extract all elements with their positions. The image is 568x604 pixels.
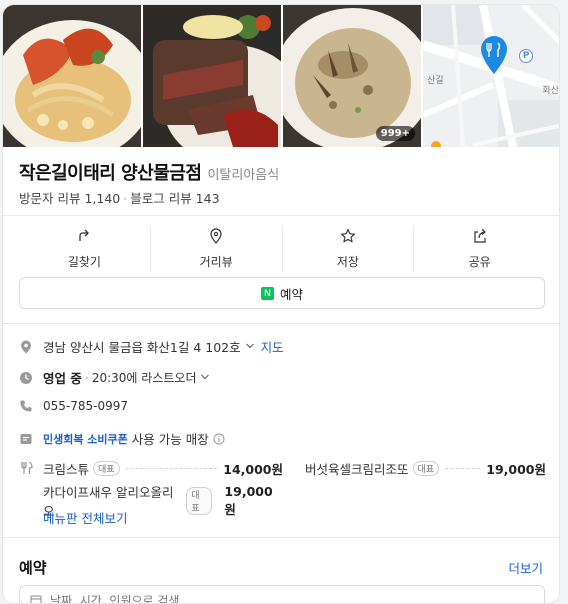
divider: [3, 215, 559, 216]
signature-tag: 대표: [413, 461, 440, 476]
menu-item-name: 크림스튜: [43, 459, 89, 478]
separator-dot: ·: [85, 370, 89, 385]
chevron-down-icon[interactable]: [200, 370, 210, 385]
naver-booking-icon: N: [261, 287, 274, 300]
place-card: 999+ 산길 화산 P: [2, 4, 560, 604]
directions-label: 길찾기: [68, 253, 101, 270]
menu-item[interactable]: 버섯육셀크림리조또 대표 19,000원: [305, 459, 546, 478]
reservation-section-title: 예약: [19, 557, 47, 578]
phone-row: 055-785-0997: [19, 399, 128, 413]
reserve-button[interactable]: N 예약: [19, 277, 545, 309]
hours-status: 영업 중: [43, 368, 82, 387]
menu-item-price: 19,000원: [224, 484, 283, 518]
place-category: 이탈리아음식: [207, 164, 279, 183]
blog-reviews-link[interactable]: 블로그 리뷰 143: [130, 191, 219, 206]
street-view-button[interactable]: 거리뷰: [151, 226, 283, 272]
coupon-row: 민생회복 소비쿠폰 사용 가능 매장: [19, 429, 225, 448]
map-poi-marker-icon: [431, 141, 441, 147]
reservation-search-text: 날짜, 시간, 인원으로 검색: [50, 592, 179, 604]
directions-icon: [76, 228, 92, 248]
mini-map[interactable]: 산길 화산 P: [423, 5, 560, 147]
phone-icon: [19, 399, 33, 413]
clock-icon: [19, 371, 33, 385]
map-parking-icon: P: [519, 49, 533, 63]
menu-item-price: 14,000원: [223, 459, 283, 478]
action-bar: 길찾기 거리뷰 저장 공유: [19, 226, 545, 272]
place-title-row: 작은길이태리 양산물금점 이탈리아음식: [19, 159, 279, 185]
photo-steak[interactable]: [143, 5, 281, 147]
coupon-name: 민생회복 소비쿠폰: [43, 431, 128, 447]
hours-detail[interactable]: 20:30에 라스트오더: [92, 369, 197, 386]
price-leader: [126, 468, 218, 469]
map-road-label-2: 화산: [542, 83, 559, 96]
street-view-icon: [208, 228, 224, 248]
price-leader: [445, 468, 480, 469]
divider: [3, 323, 559, 324]
map-road-label-1: 산길: [427, 73, 444, 86]
address-text[interactable]: 경남 양산시 물금읍 화산1길 4 102호: [43, 337, 241, 356]
menu-item-name: 버섯육셀크림리조또: [305, 459, 409, 478]
share-button[interactable]: 공유: [414, 226, 545, 272]
coupon-text: 사용 가능 매장: [132, 429, 209, 448]
calendar-icon: [30, 594, 42, 604]
signature-tag: 대표: [93, 461, 120, 476]
photo-count-badge: 999+: [376, 126, 415, 141]
save-label: 저장: [337, 253, 359, 270]
address-row: 경남 양산시 물금읍 화산1길 4 102호 지도: [19, 337, 284, 356]
save-button[interactable]: 저장: [283, 226, 415, 272]
reservation-more-link[interactable]: 더보기: [508, 558, 543, 577]
street-view-label: 거리뷰: [200, 253, 233, 270]
photo-risotto[interactable]: 999+: [283, 5, 421, 147]
location-pin-icon: [19, 340, 33, 354]
place-name[interactable]: 작은길이태리 양산물금점: [19, 159, 201, 185]
star-icon: [340, 228, 356, 248]
divider: [3, 537, 559, 538]
map-link[interactable]: 지도: [261, 337, 284, 356]
signature-tag: 대표: [186, 487, 212, 515]
coupon-icon: [19, 432, 33, 446]
menu-item[interactable]: 크림스튜 대표 14,000원: [43, 459, 283, 478]
photo-shrimp-pasta[interactable]: [3, 5, 141, 147]
chevron-down-icon[interactable]: [245, 339, 255, 354]
phone-number[interactable]: 055-785-0997: [43, 399, 128, 413]
photo-strip: 999+ 산길 화산 P: [3, 5, 559, 147]
restaurant-map-pin-icon: [479, 35, 509, 75]
reservation-search-field[interactable]: 날짜, 시간, 인원으로 검색: [19, 585, 545, 604]
share-label: 공유: [469, 253, 491, 270]
info-circle-icon[interactable]: [213, 433, 225, 445]
menu-item-price: 19,000원: [486, 459, 546, 478]
directions-button[interactable]: 길찾기: [19, 226, 151, 272]
separator-dot: ·: [123, 191, 127, 206]
fork-knife-icon: [19, 461, 33, 475]
share-icon: [472, 228, 488, 248]
hours-row: 영업 중 · 20:30에 라스트오더: [19, 368, 210, 387]
review-summary: 방문자 리뷰 1,140·블로그 리뷰 143: [19, 188, 220, 207]
visitor-reviews-link[interactable]: 방문자 리뷰 1,140: [19, 191, 120, 206]
view-full-menu-link[interactable]: 메뉴판 전체보기: [43, 508, 127, 527]
reserve-label: 예약: [280, 284, 303, 303]
